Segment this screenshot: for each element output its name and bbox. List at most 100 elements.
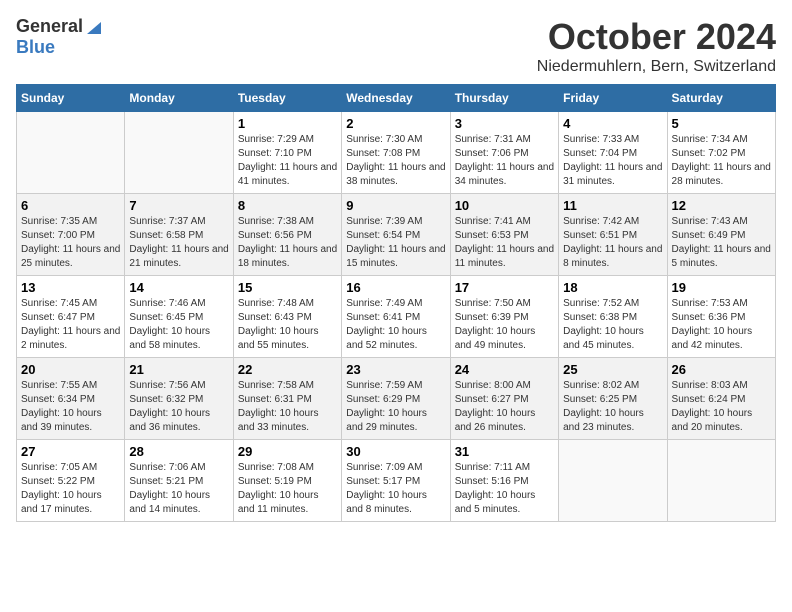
calendar-cell: 4Sunrise: 7:33 AMSunset: 7:04 PMDaylight… <box>559 112 667 194</box>
day-info: Sunrise: 7:48 AMSunset: 6:43 PMDaylight:… <box>238 297 337 353</box>
calendar-cell: 5 Sunrise: 7:34 AMSunset: 7:02 PMDaylight… <box>667 112 775 194</box>
calendar-week-row: 1 Sunrise: 7:29 AMSunset: 7:10 PMDaylight… <box>17 112 776 194</box>
calendar-cell: 31Sunrise: 7:11 AMSunset: 5:16 PMDayligh… <box>450 440 558 522</box>
day-info: Sunrise: 7:46 AMSunset: 6:45 PMDaylight:… <box>129 297 228 353</box>
day-number: 5 <box>672 116 771 131</box>
day-number: 26 <box>672 362 771 377</box>
calendar-week-row: 6Sunrise: 7:35 AMSunset: 7:00 PMDaylight… <box>17 194 776 276</box>
day-info: Sunrise: 7:53 AMSunset: 6:36 PMDaylight:… <box>672 297 771 353</box>
calendar-cell: 1 Sunrise: 7:29 AMSunset: 7:10 PMDaylight… <box>233 112 341 194</box>
day-number: 24 <box>455 362 554 377</box>
day-number: 2 <box>346 116 445 131</box>
day-number: 18 <box>563 280 662 295</box>
day-info: Sunrise: 7:50 AMSunset: 6:39 PMDaylight:… <box>455 297 554 353</box>
calendar-cell: 20Sunrise: 7:55 AMSunset: 6:34 PMDayligh… <box>17 358 125 440</box>
month-title: October 2024 <box>537 16 776 58</box>
calendar-cell <box>559 440 667 522</box>
calendar-cell: 6Sunrise: 7:35 AMSunset: 7:00 PMDaylight… <box>17 194 125 276</box>
day-number: 11 <box>563 198 662 213</box>
calendar-cell <box>125 112 233 194</box>
calendar-cell: 10 Sunrise: 7:41 AMSunset: 6:53 PMDayligh… <box>450 194 558 276</box>
calendar-cell: 23 Sunrise: 7:59 AMSunset: 6:29 PMDayligh… <box>342 358 450 440</box>
calendar-cell: 19 Sunrise: 7:53 AMSunset: 6:36 PMDayligh… <box>667 276 775 358</box>
calendar-cell <box>17 112 125 194</box>
logo-triangle-icon <box>85 18 103 36</box>
calendar-cell <box>667 440 775 522</box>
day-info: Sunrise: 7:35 AMSunset: 7:00 PMDaylight:… <box>21 215 120 271</box>
day-number: 23 <box>346 362 445 377</box>
day-number: 31 <box>455 444 554 459</box>
day-header-monday: Monday <box>125 85 233 112</box>
calendar-week-row: 20Sunrise: 7:55 AMSunset: 6:34 PMDayligh… <box>17 358 776 440</box>
day-info: Sunrise: 7:49 AMSunset: 6:41 PMDaylight:… <box>346 297 445 353</box>
calendar-table: SundayMondayTuesdayWednesdayThursdayFrid… <box>16 84 776 522</box>
calendar-cell: 2 Sunrise: 7:30 AMSunset: 7:08 PMDaylight… <box>342 112 450 194</box>
day-info: Sunrise: 7:55 AMSunset: 6:34 PMDaylight:… <box>21 379 120 435</box>
day-info: Sunrise: 7:56 AMSunset: 6:32 PMDaylight:… <box>129 379 228 435</box>
calendar-cell: 17 Sunrise: 7:50 AMSunset: 6:39 PMDayligh… <box>450 276 558 358</box>
title-area: October 2024 Niedermuhlern, Bern, Switze… <box>537 16 776 76</box>
calendar-cell: 18 Sunrise: 7:52 AMSunset: 6:38 PMDayligh… <box>559 276 667 358</box>
calendar-cell: 8Sunrise: 7:38 AMSunset: 6:56 PMDaylight… <box>233 194 341 276</box>
calendar-cell: 9Sunrise: 7:39 AMSunset: 6:54 PMDaylight… <box>342 194 450 276</box>
day-info: Sunrise: 7:41 AMSunset: 6:53 PMDaylight:… <box>455 215 554 271</box>
day-header-friday: Friday <box>559 85 667 112</box>
calendar-cell: 25 Sunrise: 8:02 AMSunset: 6:25 PMDayligh… <box>559 358 667 440</box>
day-number: 19 <box>672 280 771 295</box>
logo: General Blue <box>16 16 105 58</box>
day-header-sunday: Sunday <box>17 85 125 112</box>
calendar-cell: 16 Sunrise: 7:49 AMSunset: 6:41 PMDayligh… <box>342 276 450 358</box>
day-info: Sunrise: 7:34 AMSunset: 7:02 PMDaylight:… <box>672 133 771 189</box>
day-number: 29 <box>238 444 337 459</box>
day-number: 30 <box>346 444 445 459</box>
calendar-header-row: SundayMondayTuesdayWednesdayThursdayFrid… <box>17 85 776 112</box>
day-info: Sunrise: 7:30 AMSunset: 7:08 PMDaylight:… <box>346 133 445 189</box>
day-number: 4 <box>563 116 662 131</box>
day-number: 21 <box>129 362 228 377</box>
day-info: Sunrise: 7:52 AMSunset: 6:38 PMDaylight:… <box>563 297 662 353</box>
calendar-cell: 24 Sunrise: 8:00 AMSunset: 6:27 PMDayligh… <box>450 358 558 440</box>
day-info: Sunrise: 8:02 AMSunset: 6:25 PMDaylight:… <box>563 379 662 435</box>
day-info: Sunrise: 8:00 AMSunset: 6:27 PMDaylight:… <box>455 379 554 435</box>
day-info: Sunrise: 8:03 AMSunset: 6:24 PMDaylight:… <box>672 379 771 435</box>
day-info: Sunrise: 7:45 AMSunset: 6:47 PMDaylight:… <box>21 297 120 353</box>
day-info: Sunrise: 7:31 AMSunset: 7:06 PMDaylight:… <box>455 133 554 189</box>
day-info: Sunrise: 7:58 AMSunset: 6:31 PMDaylight:… <box>238 379 337 435</box>
day-number: 7 <box>129 198 228 213</box>
calendar-cell: 12Sunrise: 7:43 AMSunset: 6:49 PMDayligh… <box>667 194 775 276</box>
calendar-cell: 30 Sunrise: 7:09 AMSunset: 5:17 PMDayligh… <box>342 440 450 522</box>
day-info: Sunrise: 7:43 AMSunset: 6:49 PMDaylight:… <box>672 215 771 271</box>
day-info: Sunrise: 7:37 AMSunset: 6:58 PMDaylight:… <box>129 215 228 271</box>
day-number: 3 <box>455 116 554 131</box>
calendar-cell: 27Sunrise: 7:05 AMSunset: 5:22 PMDayligh… <box>17 440 125 522</box>
day-number: 14 <box>129 280 228 295</box>
day-info: Sunrise: 7:42 AMSunset: 6:51 PMDaylight:… <box>563 215 662 271</box>
day-info: Sunrise: 7:08 AMSunset: 5:19 PMDaylight:… <box>238 461 337 517</box>
day-info: Sunrise: 7:39 AMSunset: 6:54 PMDaylight:… <box>346 215 445 271</box>
logo-blue-text: Blue <box>16 37 55 58</box>
day-number: 25 <box>563 362 662 377</box>
logo-general-text: General <box>16 16 83 37</box>
day-info: Sunrise: 7:29 AMSunset: 7:10 PMDaylight:… <box>238 133 337 189</box>
day-number: 13 <box>21 280 120 295</box>
day-number: 27 <box>21 444 120 459</box>
calendar-cell: 26 Sunrise: 8:03 AMSunset: 6:24 PMDayligh… <box>667 358 775 440</box>
day-number: 1 <box>238 116 337 131</box>
calendar-cell: 13 Sunrise: 7:45 AMSunset: 6:47 PMDayligh… <box>17 276 125 358</box>
calendar-cell: 22 Sunrise: 7:58 AMSunset: 6:31 PMDayligh… <box>233 358 341 440</box>
calendar-cell: 29 Sunrise: 7:08 AMSunset: 5:19 PMDayligh… <box>233 440 341 522</box>
day-number: 22 <box>238 362 337 377</box>
day-info: Sunrise: 7:59 AMSunset: 6:29 PMDaylight:… <box>346 379 445 435</box>
calendar-cell: 15Sunrise: 7:48 AMSunset: 6:43 PMDayligh… <box>233 276 341 358</box>
day-number: 16 <box>346 280 445 295</box>
day-number: 17 <box>455 280 554 295</box>
day-number: 28 <box>129 444 228 459</box>
day-header-saturday: Saturday <box>667 85 775 112</box>
location-title: Niedermuhlern, Bern, Switzerland <box>537 58 776 76</box>
calendar-week-row: 27Sunrise: 7:05 AMSunset: 5:22 PMDayligh… <box>17 440 776 522</box>
day-number: 10 <box>455 198 554 213</box>
day-number: 8 <box>238 198 337 213</box>
calendar-cell: 11 Sunrise: 7:42 AMSunset: 6:51 PMDayligh… <box>559 194 667 276</box>
day-info: Sunrise: 7:09 AMSunset: 5:17 PMDaylight:… <box>346 461 445 517</box>
day-header-thursday: Thursday <box>450 85 558 112</box>
